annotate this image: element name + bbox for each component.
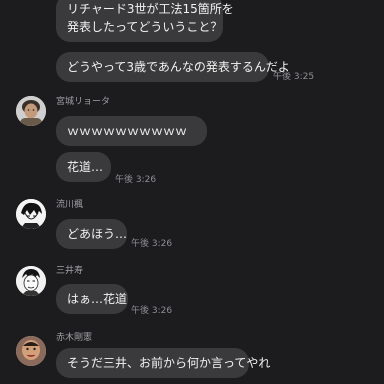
message-text-line: リチャード3世が工法15箇所を	[67, 2, 234, 16]
sender-name: 赤木剛憲	[56, 333, 93, 343]
manga-avatar-icon	[16, 199, 46, 229]
message-text: はぁ…花道	[67, 292, 128, 306]
manga-avatar-icon	[16, 266, 46, 296]
message-bubble[interactable]: どあほう…	[56, 219, 127, 249]
message-bubble[interactable]: リチャード3世が工法15箇所を 発表したってどういうこと？	[56, 0, 234, 42]
message-text: どあほう…	[67, 227, 128, 241]
chat-thread: リチャード3世が工法15箇所を 発表したってどういうこと？ どうやって3歳であん…	[0, 0, 384, 384]
message-timestamp: 午後 3:25	[273, 72, 315, 82]
message-timestamp: 午後 3:26	[131, 306, 173, 316]
message-bubble[interactable]: はぁ…花道	[56, 284, 128, 314]
user-avatar[interactable]	[16, 96, 46, 126]
message-text: 花道…	[67, 160, 104, 174]
message-bubble[interactable]: そうだ三井、お前から何か言ってやれ	[56, 348, 270, 378]
message-bubble[interactable]: ｗｗｗｗｗｗｗｗｗｗ	[56, 116, 207, 146]
sender-name: 流川楓	[56, 200, 84, 210]
message-text: ｗｗｗｗｗｗｗｗｗｗ	[67, 124, 188, 138]
message-timestamp: 午後 3:26	[131, 239, 173, 249]
avatar-photo-icon	[16, 336, 46, 366]
message-bubble[interactable]: どうやって3歳であんなの発表するんだよ	[56, 52, 290, 82]
user-avatar[interactable]	[16, 336, 46, 366]
sender-name: 宮城リョータ	[56, 97, 111, 107]
message-timestamp: 午後 3:26	[115, 175, 157, 185]
avatar-photo-icon	[16, 96, 46, 126]
user-avatar[interactable]	[16, 199, 46, 229]
message-text: どうやって3歳であんなの発表するんだよ	[67, 60, 290, 74]
message-text-line: 発表したってどういうこと？	[67, 20, 223, 34]
message-text: そうだ三井、お前から何か言ってやれ	[67, 356, 271, 370]
user-avatar[interactable]	[16, 266, 46, 296]
sender-name: 三井寿	[56, 266, 84, 276]
message-bubble[interactable]: 花道…	[56, 152, 111, 182]
